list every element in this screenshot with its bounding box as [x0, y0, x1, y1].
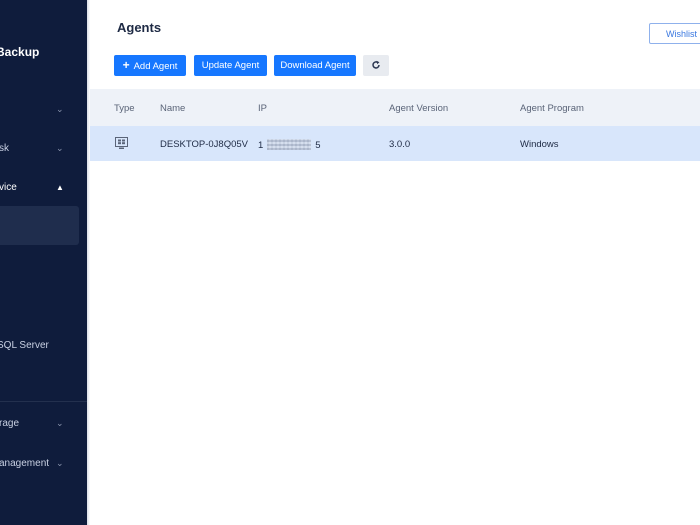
sidebar-item-label: rage — [0, 418, 20, 429]
agent-name-cell: DESKTOP-0J8Q05V — [160, 139, 249, 150]
column-header-name: Name — [160, 103, 186, 114]
agent-ip-cell: 15 — [258, 139, 321, 151]
update-agent-button[interactable]: Update Agent — [194, 55, 267, 76]
sidebar-item-device[interactable]: vice ▲ — [0, 179, 88, 199]
sidebar-item-label: anagement — [0, 458, 50, 469]
agent-program-cell: Windows — [520, 139, 559, 150]
chevron-down-icon: ⌄ — [56, 458, 64, 468]
sidebar-edge — [87, 0, 90, 525]
chevron-up-icon: ▲ — [56, 183, 64, 192]
sidebar-item-management[interactable]: anagement ⌄ — [0, 455, 88, 475]
sidebar-item-label: vice — [0, 182, 17, 193]
sidebar: Backup ⌄ sk ⌄ vice ▲ SQL Server rage ⌄ a… — [0, 0, 88, 525]
download-agent-button[interactable]: Download Agent — [274, 55, 356, 76]
sidebar-item-storage[interactable]: rage ⌄ — [0, 415, 88, 435]
sidebar-subitem-sql-server[interactable]: SQL Server — [0, 340, 49, 351]
sidebar-subitem-agents[interactable] — [0, 206, 79, 245]
sidebar-item-1[interactable]: ⌄ — [0, 101, 88, 121]
app-brand: Backup — [0, 45, 40, 59]
column-header-agent-program: Agent Program — [520, 103, 584, 114]
sidebar-divider — [0, 401, 88, 402]
sidebar-item-label: sk — [0, 143, 9, 154]
add-agent-label: Add Agent — [133, 61, 178, 72]
column-header-agent-version: Agent Version — [389, 103, 449, 114]
chevron-down-icon: ⌄ — [56, 104, 64, 114]
page-title: Agents — [117, 20, 162, 35]
sidebar-item-task[interactable]: sk ⌄ — [0, 140, 88, 160]
plus-icon: + — [122, 58, 130, 72]
windows-monitor-icon — [115, 137, 128, 149]
chevron-down-icon: ⌄ — [56, 143, 64, 153]
add-agent-button[interactable]: + Add Agent — [114, 55, 186, 76]
ip-redaction — [267, 139, 312, 150]
agent-version-cell: 3.0.0 — [389, 139, 411, 150]
column-header-type: Type — [114, 103, 135, 114]
ip-end: 5 — [315, 140, 321, 151]
wishlist-button[interactable]: Wishlist — [649, 23, 700, 44]
chevron-down-icon: ⌄ — [56, 418, 64, 428]
refresh-icon — [372, 60, 380, 69]
column-header-ip: IP — [258, 103, 267, 114]
refresh-button[interactable] — [363, 55, 389, 76]
ip-start: 1 — [258, 140, 264, 151]
